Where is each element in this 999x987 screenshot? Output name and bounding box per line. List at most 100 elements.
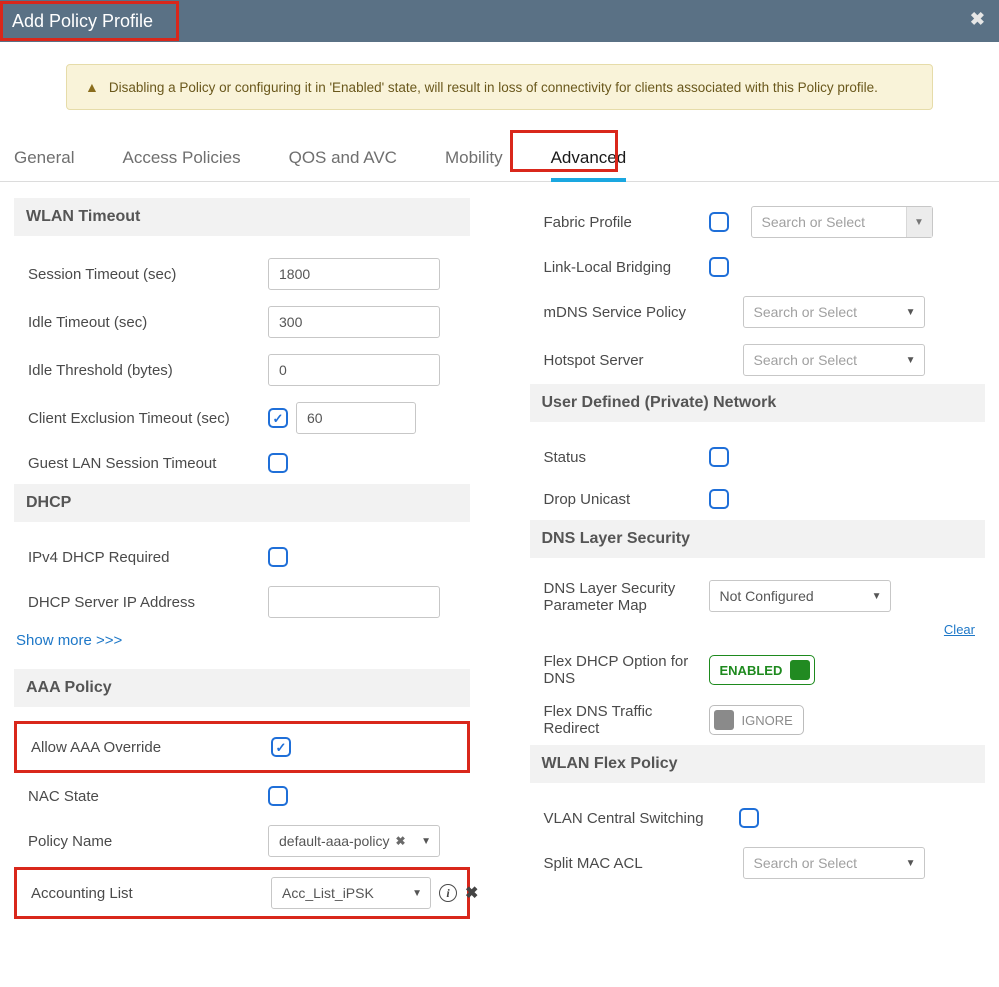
checkbox-nac-state[interactable] (268, 786, 288, 806)
input-session-timeout[interactable] (268, 258, 440, 290)
label-nac-state: NAC State (28, 788, 268, 805)
label-client-exclusion: Client Exclusion Timeout (sec) (28, 410, 268, 427)
label-dns-param-map: DNS Layer Security Parameter Map (544, 580, 709, 614)
row-allow-aaa-override: Allow AAA Override (17, 726, 467, 768)
chevron-down-icon: ▼ (412, 888, 422, 899)
select-fabric-profile[interactable]: Search or Select ▼ (751, 206, 933, 238)
row-mdns-service-policy: mDNS Service Policy Search or Select ▼ (530, 288, 986, 336)
section-udn: User Defined (Private) Network (530, 384, 986, 422)
row-policy-name: Policy Name default-aaa-policy ✖ ▼ (14, 817, 470, 865)
row-nac-state: NAC State (14, 775, 470, 817)
modal-header: Add Policy Profile ✖ (0, 0, 999, 42)
select-accounting-list[interactable]: Acc_List_iPSK ▼ (271, 877, 431, 909)
clear-accounting-icon[interactable]: ✖ (465, 883, 478, 903)
warning-banner: ▲ Disabling a Policy or configuring it i… (66, 64, 933, 110)
row-ipv4-dhcp: IPv4 DHCP Required (14, 536, 470, 578)
toggle-flex-dhcp-option[interactable]: ENABLED (709, 655, 816, 685)
checkbox-client-exclusion[interactable] (268, 408, 288, 428)
select-dns-param-map[interactable]: Not Configured ▼ (709, 580, 891, 612)
checkbox-ipv4-dhcp[interactable] (268, 547, 288, 567)
row-guest-lan: Guest LAN Session Timeout (14, 442, 470, 484)
label-policy-name: Policy Name (28, 833, 268, 850)
input-idle-timeout[interactable] (268, 306, 440, 338)
label-split-mac-acl: Split MAC ACL (544, 855, 709, 872)
input-client-exclusion[interactable] (296, 402, 416, 434)
label-vlan-central-switching: VLAN Central Switching (544, 810, 739, 827)
tab-qos-avc[interactable]: QOS and AVC (289, 142, 397, 181)
label-drop-unicast: Drop Unicast (544, 491, 709, 508)
label-flex-dns-redirect: Flex DNS Traffic Redirect (544, 703, 709, 737)
section-dns-layer-security: DNS Layer Security (530, 520, 986, 558)
row-split-mac-acl: Split MAC ACL Search or Select ▼ (530, 839, 986, 887)
tab-bar: General Access Policies QOS and AVC Mobi… (0, 134, 999, 182)
row-hotspot-server: Hotspot Server Search or Select ▼ (530, 336, 986, 384)
section-wlan-timeout: WLAN Timeout (14, 198, 470, 236)
select-hotspot-value: Search or Select (754, 352, 858, 368)
tab-access-policies[interactable]: Access Policies (122, 142, 240, 181)
warning-icon: ▲ (85, 79, 99, 95)
clear-policy-name-icon[interactable]: ✖ (396, 834, 406, 848)
select-mdns-value: Search or Select (754, 304, 858, 320)
tab-general[interactable]: General (14, 142, 74, 181)
label-flex-dhcp-option: Flex DHCP Option for DNS (544, 653, 709, 687)
row-idle-timeout: Idle Timeout (sec) (14, 298, 470, 346)
row-vlan-central-switching: VLAN Central Switching (530, 797, 986, 839)
chevron-down-icon: ▼ (421, 836, 431, 847)
checkbox-guest-lan[interactable] (268, 453, 288, 473)
chevron-down-icon: ▼ (906, 307, 916, 318)
row-client-exclusion: Client Exclusion Timeout (sec) (14, 394, 470, 442)
select-hotspot-server[interactable]: Search or Select ▼ (743, 344, 925, 376)
row-flex-dns-redirect: Flex DNS Traffic Redirect IGNORE (530, 695, 986, 745)
checkbox-fabric-profile[interactable] (709, 212, 729, 232)
label-dhcp-server-ip: DHCP Server IP Address (28, 594, 268, 611)
chevron-down-icon: ▼ (872, 591, 882, 602)
info-icon[interactable]: i (439, 884, 457, 902)
content-columns: WLAN Timeout Session Timeout (sec) Idle … (0, 182, 999, 941)
toggle-handle-icon (714, 710, 734, 730)
checkbox-allow-aaa-override[interactable] (271, 737, 291, 757)
checkbox-vlan-central-switching[interactable] (739, 808, 759, 828)
toggle-handle-icon (790, 660, 810, 680)
label-mdns-service-policy: mDNS Service Policy (544, 304, 709, 321)
modal-title: Add Policy Profile (12, 11, 153, 32)
select-split-mac-acl[interactable]: Search or Select ▼ (743, 847, 925, 879)
left-column: WLAN Timeout Session Timeout (sec) Idle … (14, 198, 470, 921)
checkbox-udn-status[interactable] (709, 447, 729, 467)
tab-advanced[interactable]: Advanced (551, 142, 627, 182)
select-split-mac-value: Search or Select (754, 855, 858, 871)
row-link-local-bridging: Link-Local Bridging (530, 246, 986, 288)
select-dns-param-value: Not Configured (720, 588, 814, 604)
checkbox-drop-unicast[interactable] (709, 489, 729, 509)
label-fabric-profile: Fabric Profile (544, 214, 709, 231)
label-idle-timeout: Idle Timeout (sec) (28, 314, 268, 331)
link-clear-dns-param[interactable]: Clear (944, 622, 975, 637)
label-session-timeout: Session Timeout (sec) (28, 266, 268, 283)
select-accounting-list-value: Acc_List_iPSK (282, 885, 374, 901)
section-dhcp: DHCP (14, 484, 470, 522)
chevron-down-icon: ▼ (906, 207, 932, 237)
input-idle-threshold[interactable] (268, 354, 440, 386)
row-session-timeout: Session Timeout (sec) (14, 250, 470, 298)
close-icon[interactable]: ✖ (970, 9, 985, 30)
tab-mobility[interactable]: Mobility (445, 142, 503, 181)
toggle-flex-dns-redirect[interactable]: IGNORE (709, 705, 804, 735)
right-column: Fabric Profile Search or Select ▼ Link-L… (530, 198, 986, 921)
warning-text: Disabling a Policy or configuring it in … (109, 80, 878, 95)
row-dhcp-server-ip: DHCP Server IP Address (14, 578, 470, 626)
chevron-down-icon: ▼ (906, 355, 916, 366)
highlight-allow-aaa-override: Allow AAA Override (14, 721, 470, 773)
row-dns-param-map: DNS Layer Security Parameter Map Not Con… (530, 572, 986, 645)
label-guest-lan: Guest LAN Session Timeout (28, 455, 268, 472)
input-dhcp-server-ip[interactable] (268, 586, 440, 618)
checkbox-link-local-bridging[interactable] (709, 257, 729, 277)
select-policy-name-value: default-aaa-policy (279, 833, 390, 849)
link-show-more[interactable]: Show more >>> (14, 626, 124, 655)
toggle-enabled-text: ENABLED (720, 663, 783, 678)
highlight-accounting-list: Accounting List Acc_List_iPSK ▼ i ✖ (14, 867, 470, 919)
select-mdns-service-policy[interactable]: Search or Select ▼ (743, 296, 925, 328)
row-flex-dhcp-option: Flex DHCP Option for DNS ENABLED (530, 645, 986, 695)
select-policy-name[interactable]: default-aaa-policy ✖ ▼ (268, 825, 440, 857)
chevron-down-icon: ▼ (906, 858, 916, 869)
row-drop-unicast: Drop Unicast (530, 478, 986, 520)
row-accounting-list: Accounting List Acc_List_iPSK ▼ i ✖ (17, 872, 467, 914)
